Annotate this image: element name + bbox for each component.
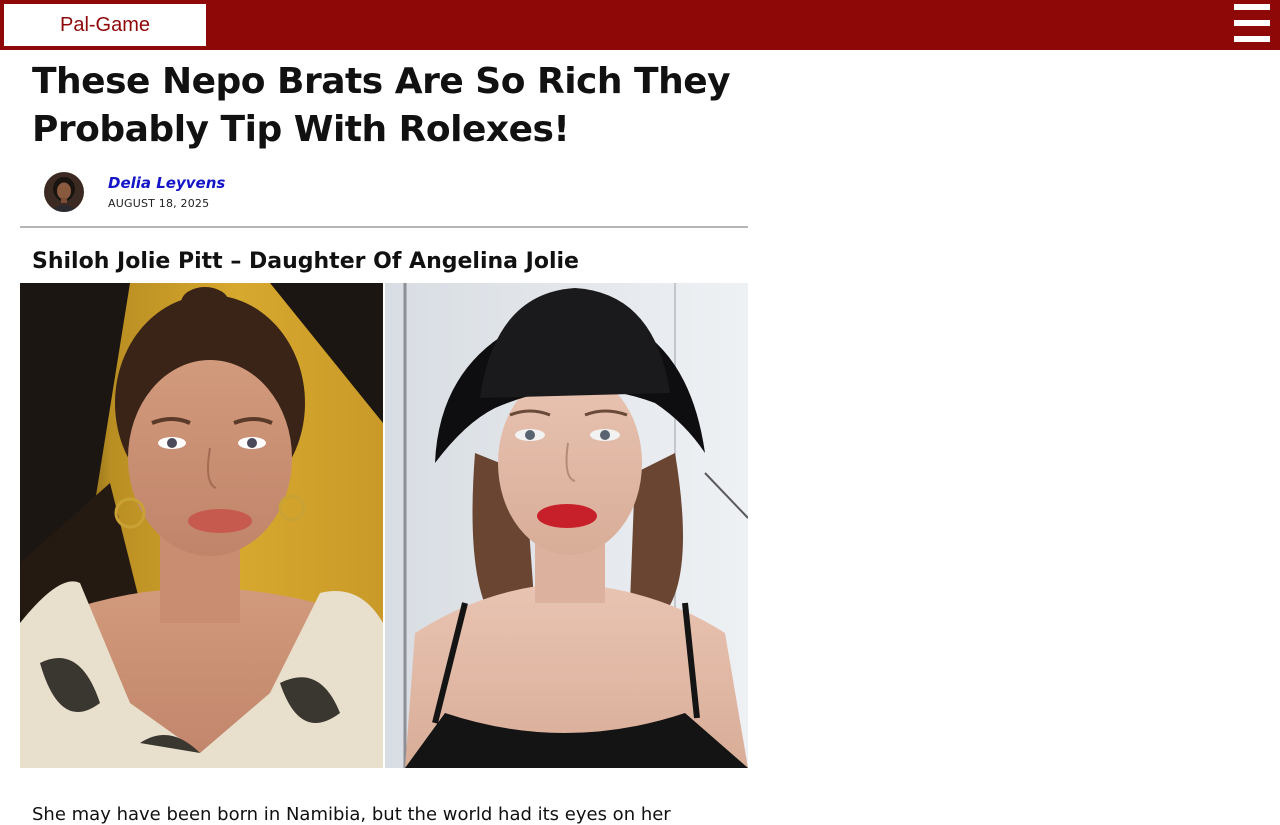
author-name-link[interactable]: Delia Leyvens [108, 174, 225, 192]
menu-bar [1234, 4, 1270, 10]
section-heading: Shiloh Jolie Pitt – Daughter Of Angelina… [32, 249, 579, 274]
article-paragraph: She may have been born in Namibia, but t… [32, 804, 671, 825]
photo-angelina [385, 283, 748, 768]
site-logo-link[interactable]: Pal-Game [4, 4, 206, 46]
publish-date: AUGUST 18, 2025 [108, 197, 210, 210]
menu-bar [1234, 20, 1270, 26]
menu-bar [1234, 36, 1270, 42]
top-navigation-bar: Pal-Game [0, 0, 1280, 50]
comparison-image [20, 283, 748, 768]
article-title: These Nepo Brats Are So Rich They Probab… [32, 61, 731, 150]
article: These Nepo Brats Are So Rich They Probab… [20, 50, 748, 768]
author-avatar[interactable] [44, 172, 84, 212]
photo-shiloh [20, 283, 383, 768]
byline-divider [20, 226, 748, 228]
byline: Delia Leyvens AUGUST 18, 2025 [20, 166, 748, 218]
hamburger-menu-icon[interactable] [1234, 4, 1274, 42]
